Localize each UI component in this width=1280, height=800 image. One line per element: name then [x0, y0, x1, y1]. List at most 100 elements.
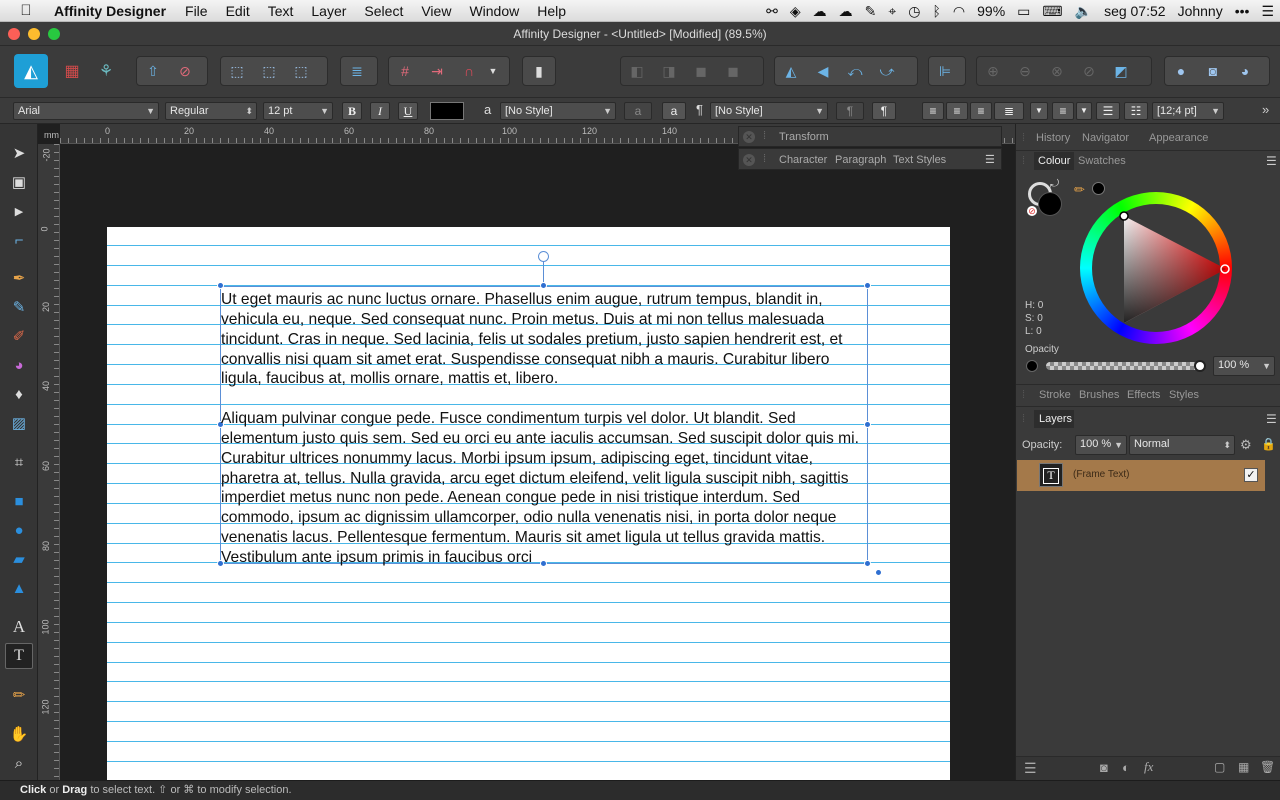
layer-settings-gear-icon[interactable]: ⚙: [1240, 437, 1252, 453]
tab-layers[interactable]: Layers: [1039, 413, 1072, 425]
baseline-grid-icon[interactable]: ≣: [341, 57, 373, 85]
divide-icon[interactable]: ◩: [1105, 57, 1137, 85]
layer-opacity-field[interactable]: 100 % ▼: [1075, 435, 1127, 455]
pen-tool-icon[interactable]: ✒: [5, 265, 33, 291]
cloud-icon[interactable]: ☁: [807, 3, 833, 20]
move-forward-icon[interactable]: ◨: [653, 57, 685, 85]
panel-menu-icon[interactable]: ☰: [985, 153, 995, 166]
subtract-icon[interactable]: ⊖: [1009, 57, 1041, 85]
zoom-tool-icon[interactable]: ⌕: [5, 750, 33, 776]
intersect-icon[interactable]: ⊗: [1041, 57, 1073, 85]
dropbox-icon[interactable]: ◈: [784, 3, 807, 20]
move-back-icon[interactable]: ◧: [621, 57, 653, 85]
designer-persona-icon[interactable]: ◭: [14, 54, 48, 88]
bold-button[interactable]: B: [342, 102, 362, 120]
resize-handle[interactable]: [217, 282, 224, 289]
menu-text[interactable]: Text: [259, 3, 303, 19]
vertical-ruler[interactable]: -20 0 20 40 60 80 100 120: [38, 144, 60, 780]
align-right-button[interactable]: ≡: [970, 102, 992, 120]
close-panel-icon[interactable]: ✕: [743, 131, 755, 143]
move-front-icon[interactable]: ◼: [685, 57, 717, 85]
tab-text-styles[interactable]: Text Styles: [893, 154, 946, 166]
wifi-icon[interactable]: ◠: [947, 3, 971, 20]
sync-icon[interactable]: ⇧: [137, 57, 169, 85]
notification-center-icon[interactable]: ☰: [1255, 3, 1280, 20]
flip-horizontal-icon[interactable]: ◭: [775, 57, 807, 85]
tab-colour[interactable]: Colour: [1038, 155, 1070, 167]
transform-selection-icon[interactable]: ⬚: [253, 57, 285, 85]
vertical-align-dropdown-button[interactable]: ▼: [1076, 102, 1092, 120]
snapping-dropdown-icon[interactable]: ▼: [485, 57, 501, 85]
time-machine-icon[interactable]: ◷: [902, 3, 926, 20]
font-style-select[interactable]: Regular ⬍: [165, 102, 257, 120]
apple-menu-icon[interactable]: : [0, 2, 52, 19]
menu-file[interactable]: File: [176, 3, 217, 19]
transform-objects-icon[interactable]: ⬚: [285, 57, 317, 85]
close-panel-icon[interactable]: ✕: [743, 154, 755, 166]
underline-button[interactable]: U: [398, 102, 418, 120]
vertical-align-button[interactable]: ≡: [1052, 102, 1074, 120]
color-picker-tool-icon[interactable]: ✏: [5, 682, 33, 708]
no-color-icon[interactable]: ⊘: [1027, 206, 1037, 216]
snapping-magnet-icon[interactable]: ∩: [453, 57, 485, 85]
pencil-tool-icon[interactable]: ✎: [5, 294, 33, 320]
rectangle-tool-icon[interactable]: ■: [5, 488, 33, 514]
menubar-user[interactable]: Johnny: [1172, 3, 1229, 19]
numbered-list-button[interactable]: ☷: [1124, 102, 1148, 120]
hand-tool-icon[interactable]: ✋: [5, 721, 33, 747]
tab-effects[interactable]: Effects: [1127, 389, 1160, 401]
panel-grip-icon[interactable]: ⁞: [1022, 413, 1025, 425]
rotate-right-icon[interactable]: ⤻: [871, 57, 903, 85]
menu-layer[interactable]: Layer: [302, 3, 355, 19]
text-color-swatch[interactable]: [430, 102, 464, 120]
menu-view[interactable]: View: [412, 3, 460, 19]
character-style-select[interactable]: [No Style] ▼: [500, 102, 616, 120]
rotate-left-icon[interactable]: ⤺: [839, 57, 871, 85]
frame-text-content[interactable]: Ut eget mauris ac nunc luctus ornare. Ph…: [221, 290, 871, 588]
character-style-create-button[interactable]: a: [662, 102, 686, 120]
tab-history[interactable]: History: [1036, 132, 1070, 144]
panel-menu-icon[interactable]: ☰: [1266, 412, 1277, 426]
panel-grip-icon[interactable]: ⁞: [763, 153, 766, 165]
grid-snap-icon[interactable]: #: [389, 57, 421, 85]
saturation-triangle[interactable]: [1080, 192, 1232, 344]
tab-navigator[interactable]: Navigator: [1082, 132, 1129, 144]
swap-colors-icon[interactable]: ⤾: [1050, 178, 1059, 191]
tethering-icon[interactable]: ⚯: [760, 3, 784, 20]
fx-icon[interactable]: fx: [1144, 759, 1153, 775]
tab-appearance[interactable]: Appearance: [1149, 132, 1208, 144]
close-window-button[interactable]: [8, 28, 20, 40]
italic-button[interactable]: I: [370, 102, 390, 120]
tab-character[interactable]: Character: [779, 154, 827, 166]
triangle-tool-icon[interactable]: ▲: [5, 575, 33, 601]
vector-brush-tool-icon[interactable]: ✐: [5, 323, 33, 349]
bullet-list-button[interactable]: ☰: [1096, 102, 1120, 120]
line-spacing-field[interactable]: [12;4 pt] ▼: [1152, 102, 1224, 120]
align-left-button[interactable]: ≡: [922, 102, 944, 120]
layer-name[interactable]: (Frame Text): [1073, 469, 1130, 480]
paragraph[interactable]: Aliquam pulvinar congue pede. Fusce cond…: [221, 409, 871, 568]
battery-percent[interactable]: 99%: [971, 3, 1011, 19]
tab-paragraph[interactable]: Paragraph: [835, 154, 886, 166]
place-image-tool-icon[interactable]: ▨: [5, 410, 33, 436]
panel-grip-icon[interactable]: ⁞: [1022, 155, 1025, 167]
font-size-field[interactable]: 12 pt ▼: [263, 102, 333, 120]
tab-stroke[interactable]: Stroke: [1039, 389, 1071, 401]
input-source-icon[interactable]: ⌨: [1036, 3, 1068, 20]
layer-row[interactable]: T (Frame Text) ✓: [1017, 460, 1265, 491]
resize-handle[interactable]: [540, 282, 547, 289]
rounded-rectangle-tool-icon[interactable]: ▰: [5, 546, 33, 572]
move-back-one-icon[interactable]: ◼: [717, 57, 749, 85]
frame-text-tool-icon[interactable]: T: [5, 643, 33, 669]
rotation-handle[interactable]: [538, 251, 549, 262]
menu-select[interactable]: Select: [355, 3, 412, 19]
paragraph-style-select[interactable]: [No Style] ▼: [710, 102, 828, 120]
opacity-field[interactable]: 100 % ▼: [1213, 356, 1275, 376]
tab-transform[interactable]: Transform: [779, 131, 829, 143]
artistic-text-tool-icon[interactable]: A: [5, 614, 33, 640]
delete-layer-icon[interactable]: 🗑: [1260, 760, 1275, 774]
layer-visibility-checkbox[interactable]: ✓: [1244, 468, 1258, 482]
app-menu[interactable]: Affinity Designer: [52, 3, 176, 19]
tab-brushes[interactable]: Brushes: [1079, 389, 1119, 401]
move-tool-icon[interactable]: ➤: [5, 140, 33, 166]
